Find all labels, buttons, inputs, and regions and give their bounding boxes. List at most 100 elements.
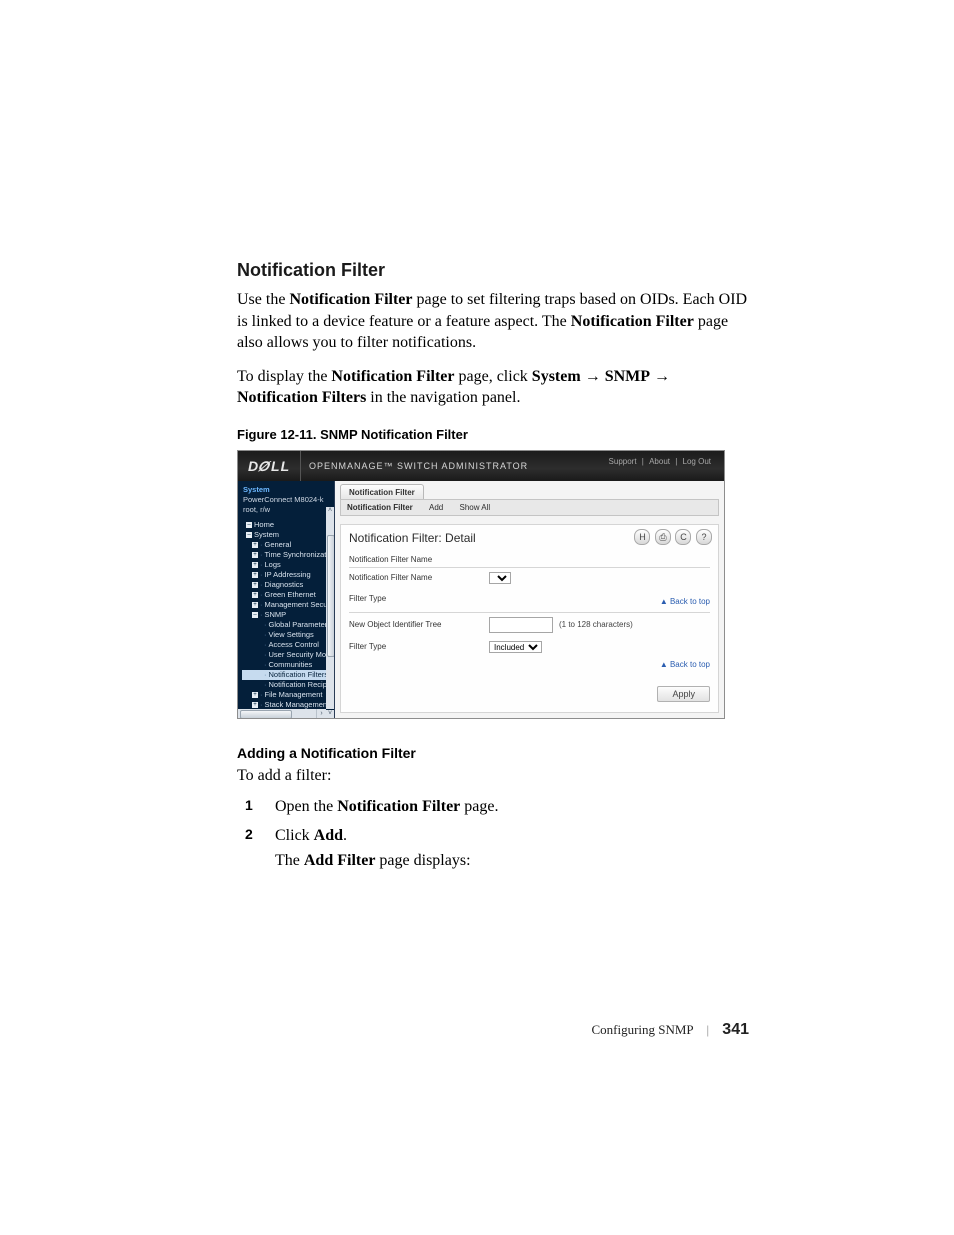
nav-item[interactable]: ·View Settings <box>242 630 334 640</box>
figure-caption: Figure 12-11. SNMP Notification Filter <box>237 427 749 442</box>
nav-item[interactable]: +·Diagnostics <box>242 580 334 590</box>
scroll-down-icon[interactable]: ˅ <box>326 710 334 718</box>
scroll-right-icon[interactable]: › <box>316 709 326 718</box>
text: Use the <box>237 291 289 308</box>
scrollbar-thumb[interactable] <box>327 535 335 657</box>
main-content: Notification Filter Notification Filter … <box>335 481 724 718</box>
about-link[interactable]: About <box>646 457 673 466</box>
print-icon[interactable]: ⎙ <box>655 529 671 545</box>
label: Green Ethernet <box>265 590 316 599</box>
row-oid-tree: New Object Identifier Tree (1 to 128 cha… <box>349 613 710 637</box>
text: The <box>275 852 304 869</box>
nav-item-home[interactable]: –Home <box>242 520 334 530</box>
label: New Object Identifier Tree <box>349 620 489 629</box>
chapter-name: Configuring SNMP <box>591 1022 693 1037</box>
subtab-bar: Notification Filter Add Show All <box>340 499 719 516</box>
section-header-name: Notification Filter Name <box>349 553 710 568</box>
nav-item[interactable]: ·Notification Recipients <box>242 680 334 690</box>
menu-path-3: Notification Filters <box>237 389 366 406</box>
nav-hscrollbar[interactable]: › <box>238 709 326 718</box>
intro-text: To add a filter: <box>237 767 749 785</box>
label: System <box>254 530 279 539</box>
text: page, click <box>455 368 532 385</box>
nav-item[interactable]: +·IP Addressing <box>242 570 334 580</box>
nav-item[interactable]: +·Management Security <box>242 600 334 610</box>
label: SNMP <box>265 610 287 619</box>
menu-path-2: SNMP <box>605 368 650 385</box>
section-header-type: Filter Type ▲ Back to top <box>349 592 710 613</box>
help-icon[interactable]: ? <box>696 529 712 545</box>
nav-header: System PowerConnect M8024-k root, r/w <box>238 481 334 517</box>
top-links: Support | About | Log Out <box>606 457 714 466</box>
logout-link[interactable]: Log Out <box>680 457 714 466</box>
label: Notification Filters <box>269 670 329 679</box>
text: Open the <box>275 798 337 815</box>
nav-item[interactable]: +·Time Synchronization <box>242 550 334 560</box>
nav-item-system[interactable]: –System <box>242 530 334 540</box>
oid-input[interactable] <box>489 617 553 633</box>
separator: | <box>696 1022 719 1037</box>
label: Time Synchronization <box>265 550 336 559</box>
label: Notification Filter Name <box>349 573 489 582</box>
screenshot: DØLL OPENMANAGE™ SWITCH ADMINISTRATOR Su… <box>237 450 725 719</box>
scrollbar-thumb[interactable] <box>240 710 292 718</box>
label: Global Parameters <box>269 620 332 629</box>
filter-name-select[interactable] <box>489 572 511 584</box>
nav-item[interactable]: ·Access Control <box>242 640 334 650</box>
apply-row: Apply <box>349 672 710 702</box>
term: Notification Filter <box>337 798 460 815</box>
step-2: Click Add. The Add Filter page displays: <box>263 824 749 872</box>
menu-path-1: System <box>532 368 581 385</box>
back-to-top-link[interactable]: ▲ Back to top <box>660 594 710 609</box>
nav-items: –Home –System +·General +·Time Synchroni… <box>238 517 334 718</box>
nav-item[interactable]: +·Logs <box>242 560 334 570</box>
label: View Settings <box>269 630 314 639</box>
label: Back to top <box>670 597 710 606</box>
label: Back to top <box>670 660 710 669</box>
page-footer: Configuring SNMP | 341 <box>591 1021 749 1039</box>
filter-type-select[interactable]: Included <box>489 641 542 653</box>
nav-item-snmp[interactable]: –·SNMP <box>242 610 334 620</box>
nav-model: PowerConnect M8024-k <box>243 495 329 505</box>
refresh-icon[interactable]: C <box>675 529 691 545</box>
label: Filter Type <box>349 642 489 651</box>
text: . <box>343 827 347 844</box>
label: IP Addressing <box>265 570 311 579</box>
back-to-top-link[interactable]: ▲ Back to top <box>349 657 710 672</box>
text: page displays: <box>375 852 470 869</box>
nav-item[interactable]: +·Green Ethernet <box>242 590 334 600</box>
subtab-notification-filter[interactable]: Notification Filter <box>347 503 413 512</box>
label: Communities <box>269 660 313 669</box>
nav-vscrollbar[interactable] <box>326 515 334 709</box>
app-topbar: DØLL OPENMANAGE™ SWITCH ADMINISTRATOR Su… <box>238 451 724 481</box>
subtab-add[interactable]: Add <box>429 503 443 512</box>
nav-item[interactable]: ·Communities <box>242 660 334 670</box>
label: Access Control <box>269 640 319 649</box>
text: To display the <box>237 368 331 385</box>
nav-item-notification-filters[interactable]: ·Notification Filters <box>242 670 334 680</box>
term: Add Filter <box>304 852 376 869</box>
subtab-show-all[interactable]: Show All <box>459 503 490 512</box>
nav-item[interactable]: ·Global Parameters <box>242 620 334 630</box>
label: Diagnostics <box>265 580 304 589</box>
nav-item[interactable]: ·User Security Model <box>242 650 334 660</box>
nav-tree[interactable]: System PowerConnect M8024-k root, r/w ˄ … <box>238 481 335 718</box>
label: Stack Management <box>265 700 330 709</box>
nav-item[interactable]: +·File Management <box>242 690 334 700</box>
nav-user: root, r/w <box>243 505 329 515</box>
label: Logs <box>265 560 281 569</box>
panel-toolbar: H ⎙ C ? <box>632 529 712 545</box>
scroll-up-icon[interactable]: ˄ <box>326 507 334 515</box>
support-link[interactable]: Support <box>606 457 640 466</box>
save-icon[interactable]: H <box>634 529 650 545</box>
label: File Management <box>265 690 323 699</box>
label: Management Security <box>265 600 336 609</box>
label: Home <box>254 520 274 529</box>
step-2-continuation: The Add Filter page displays: <box>275 849 749 872</box>
tab-notification-filter[interactable]: Notification Filter <box>340 484 424 499</box>
nav-item[interactable]: +·General <box>242 540 334 550</box>
page-number: 341 <box>722 1021 749 1038</box>
text: in the navigation panel. <box>366 389 520 406</box>
apply-button[interactable]: Apply <box>657 686 710 702</box>
app-name: OPENMANAGE™ SWITCH ADMINISTRATOR <box>301 461 528 471</box>
